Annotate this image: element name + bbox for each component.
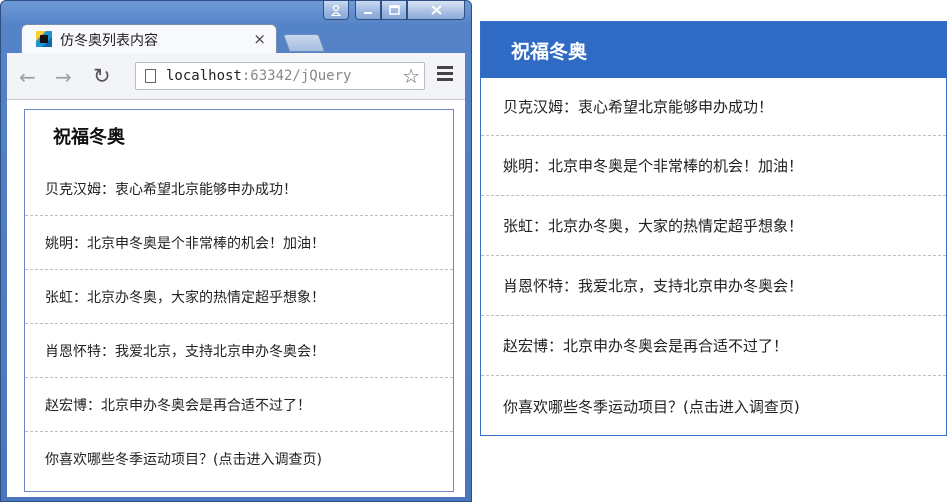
tab-title: 仿冬奥列表内容 bbox=[60, 33, 158, 49]
menu-hamburger-icon[interactable] bbox=[437, 66, 453, 84]
list-item[interactable]: 张虹：北京办冬奥，大家的热情定超乎想象！ bbox=[25, 270, 453, 324]
browser-tab[interactable]: 仿冬奥列表内容 × bbox=[21, 24, 277, 54]
webstorm-icon bbox=[36, 31, 52, 47]
list-item[interactable]: 赵宏博：北京申办冬奥会是再合适不过了！ bbox=[481, 316, 946, 376]
maximize-button[interactable] bbox=[381, 1, 407, 20]
list-item[interactable]: 张虹：北京办冬奥，大家的热情定超乎想象！ bbox=[481, 196, 946, 256]
new-tab-button[interactable] bbox=[282, 34, 326, 52]
blessing-list-panel-preview: 祝福冬奥 贝克汉姆：衷心希望北京能够申办成功！ 姚明：北京申冬奥是个非常棒的机会… bbox=[480, 21, 947, 436]
list-item[interactable]: 贝克汉姆：衷心希望北京能够申办成功！ bbox=[481, 78, 946, 136]
list-item[interactable]: 赵宏博：北京申办冬奥会是再合适不过了！ bbox=[25, 378, 453, 432]
user-profile-icon[interactable] bbox=[323, 1, 349, 20]
browser-viewport: 祝福冬奥 贝克汉姆：衷心希望北京能够申办成功！ 姚明：北京申冬奥是个非常棒的机会… bbox=[7, 100, 465, 497]
survey-link[interactable]: 你喜欢哪些冬季运动项目？(点击进入调查页) bbox=[25, 432, 453, 486]
list-item[interactable]: 贝克汉姆：衷心希望北京能够申办成功！ bbox=[25, 162, 453, 216]
url-host: localhost bbox=[166, 68, 242, 84]
url-text: localhost:63342/jQuery bbox=[166, 68, 394, 84]
survey-link[interactable]: 你喜欢哪些冬季运动项目？(点击进入调查页) bbox=[481, 376, 946, 436]
bookmark-star-icon[interactable]: ☆ bbox=[402, 64, 420, 88]
panel-title: 祝福冬奥 bbox=[481, 22, 946, 78]
address-bar[interactable]: localhost:63342/jQuery ☆ bbox=[135, 62, 425, 90]
forward-arrow-icon[interactable]: → bbox=[55, 65, 72, 89]
window-controls bbox=[323, 1, 465, 23]
list-item[interactable]: 姚明：北京申冬奥是个非常棒的机会！加油！ bbox=[25, 216, 453, 270]
url-path: :63342/jQuery bbox=[241, 68, 352, 84]
minimize-button[interactable] bbox=[355, 1, 381, 20]
browser-window: 仿冬奥列表内容 × ← → ↻ localhost:63342/jQuery ☆… bbox=[0, 0, 472, 502]
list-item[interactable]: 姚明：北京申冬奥是个非常棒的机会！加油！ bbox=[481, 136, 946, 196]
browser-toolbar: ← → ↻ localhost:63342/jQuery ☆ bbox=[7, 53, 465, 100]
list-item[interactable]: 肖恩怀特：我爱北京，支持北京申办冬奥会！ bbox=[25, 324, 453, 378]
reload-icon[interactable]: ↻ bbox=[93, 64, 111, 88]
page-icon bbox=[145, 69, 156, 83]
close-window-button[interactable] bbox=[407, 1, 465, 20]
panel-title: 祝福冬奥 bbox=[53, 127, 125, 148]
blessing-list-panel: 祝福冬奥 贝克汉姆：衷心希望北京能够申办成功！ 姚明：北京申冬奥是个非常棒的机会… bbox=[24, 109, 454, 492]
tab-close-icon[interactable]: × bbox=[253, 30, 266, 48]
back-arrow-icon[interactable]: ← bbox=[19, 65, 36, 89]
list-item[interactable]: 肖恩怀特：我爱北京，支持北京申办冬奥会！ bbox=[481, 256, 946, 316]
